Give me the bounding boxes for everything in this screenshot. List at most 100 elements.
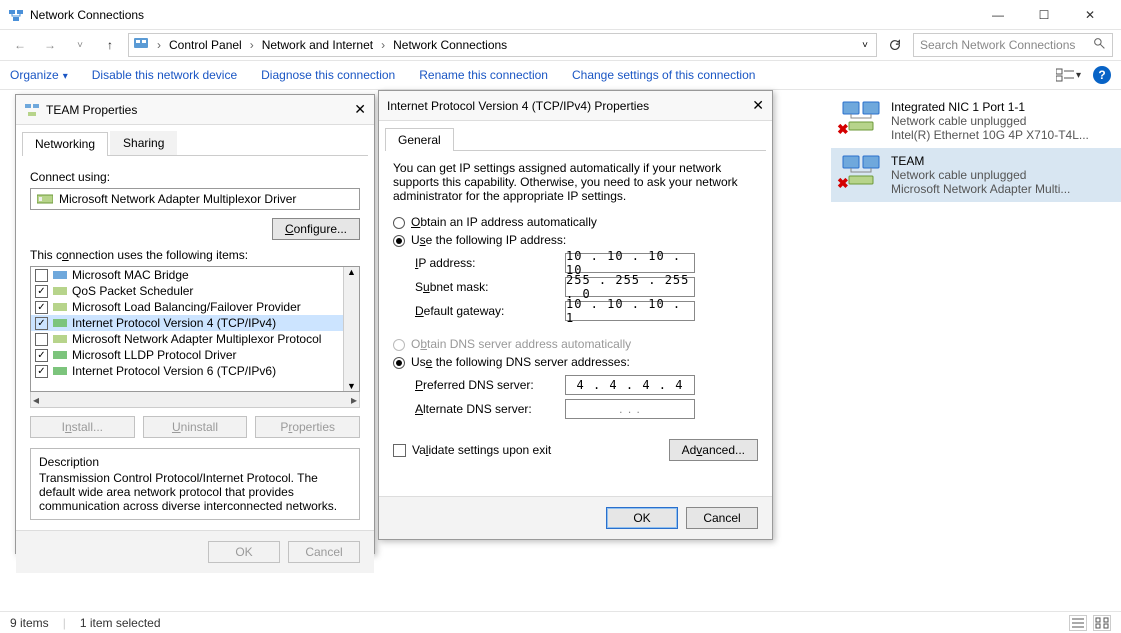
checkbox[interactable] xyxy=(35,269,48,282)
address-dropdown-icon[interactable]: ˅ xyxy=(862,40,868,51)
search-icon[interactable] xyxy=(1093,37,1106,53)
rename-button[interactable]: Rename this connection xyxy=(419,68,548,82)
radio-dns-manual[interactable]: Use the following DNS server addresses: xyxy=(393,355,758,369)
preferred-dns-field[interactable]: 4 . 4 . 4 . 4 xyxy=(565,375,695,395)
subnet-mask-field[interactable]: 255 . 255 . 255 . 0 xyxy=(565,277,695,297)
component-icon xyxy=(52,285,68,297)
list-item[interactable]: Microsoft MAC Bridge xyxy=(31,267,343,283)
ip-address-label: IP address: xyxy=(415,256,565,270)
organize-menu[interactable]: Organize▾ xyxy=(10,68,68,82)
components-list[interactable]: Microsoft MAC Bridge ✓ QoS Packet Schedu… xyxy=(30,266,360,392)
breadcrumb[interactable]: › Control Panel › Network and Internet ›… xyxy=(128,33,877,57)
up-button[interactable]: ↑ xyxy=(98,33,122,57)
checkbox[interactable] xyxy=(35,333,48,346)
network-adapter-icon: ✖ xyxy=(839,100,883,136)
disable-device-button[interactable]: Disable this network device xyxy=(92,68,237,82)
checkbox[interactable]: ✓ xyxy=(35,301,48,314)
properties-button[interactable]: Properties xyxy=(255,416,360,438)
uninstall-button[interactable]: Uninstall xyxy=(143,416,248,438)
component-icon xyxy=(52,333,68,345)
component-icon xyxy=(52,301,68,313)
change-settings-button[interactable]: Change settings of this connection xyxy=(572,68,755,82)
list-item[interactable]: ✓ Internet Protocol Version 6 (TCP/IPv6) xyxy=(31,363,343,379)
network-adapter-icon xyxy=(24,102,40,118)
close-icon[interactable]: ✕ xyxy=(354,101,366,118)
chevron-right-icon[interactable]: › xyxy=(155,38,163,52)
chevron-right-icon[interactable]: › xyxy=(379,38,387,52)
minimize-button[interactable]: — xyxy=(975,0,1021,30)
details-view-button[interactable] xyxy=(1069,615,1087,631)
back-button[interactable]: ← xyxy=(8,33,32,57)
view-options-button[interactable]: ▾ xyxy=(1056,68,1081,82)
connection-name: Integrated NIC 1 Port 1-1 xyxy=(891,100,1089,114)
list-item[interactable]: ✓ Internet Protocol Version 4 (TCP/IPv4) xyxy=(31,315,343,331)
radio-dns-auto: Obtain DNS server address automatically xyxy=(393,337,758,351)
preferred-dns-label: Preferred DNS server: xyxy=(415,378,565,392)
list-item[interactable]: ✓ Microsoft LLDP Protocol Driver xyxy=(31,347,343,363)
dialog-titlebar[interactable]: Internet Protocol Version 4 (TCP/IPv4) P… xyxy=(379,91,772,121)
component-icon xyxy=(52,317,68,329)
adapter-field[interactable]: Microsoft Network Adapter Multiplexor Dr… xyxy=(30,188,360,210)
cancel-button[interactable]: Cancel xyxy=(686,507,758,529)
ok-button[interactable]: OK xyxy=(606,507,678,529)
scrollbar-horizontal[interactable]: ◂ ▸ xyxy=(30,392,360,408)
maximize-button[interactable]: ☐ xyxy=(1021,0,1067,30)
search-input[interactable]: Search Network Connections xyxy=(913,33,1113,57)
tab-sharing[interactable]: Sharing xyxy=(110,131,177,155)
items-label: This connection uses the following items… xyxy=(30,248,360,262)
refresh-button[interactable] xyxy=(883,33,907,57)
icons-view-button[interactable] xyxy=(1093,615,1111,631)
alternate-dns-label: Alternate DNS server: xyxy=(415,402,565,416)
cancel-button[interactable]: Cancel xyxy=(288,541,360,563)
scroll-right-icon[interactable]: ▸ xyxy=(351,393,357,407)
recent-locations-dropdown[interactable]: ˅ xyxy=(68,33,92,57)
ipv4-properties-dialog: Internet Protocol Version 4 (TCP/IPv4) P… xyxy=(378,90,773,540)
radio-ip-auto[interactable]: Obtain an IP address automatically xyxy=(393,215,758,229)
subnet-mask-label: Subnet mask: xyxy=(415,280,565,294)
forward-button[interactable]: → xyxy=(38,33,62,57)
dialog-titlebar[interactable]: TEAM Properties ✕ xyxy=(16,95,374,125)
configure-button[interactable]: Configure... xyxy=(272,218,360,240)
default-gateway-field[interactable]: 10 . 10 . 10 . 1 xyxy=(565,301,695,321)
close-icon[interactable]: ✕ xyxy=(752,97,764,114)
team-properties-dialog: TEAM Properties ✕ Networking Sharing Con… xyxy=(15,94,375,554)
checkbox[interactable]: ✓ xyxy=(35,365,48,378)
connection-item[interactable]: ✖ Integrated NIC 1 Port 1-1 Network cabl… xyxy=(831,94,1121,148)
scroll-left-icon[interactable]: ◂ xyxy=(33,393,39,407)
connection-item[interactable]: ✖ TEAM Network cable unplugged Microsoft… xyxy=(831,148,1121,202)
radio-ip-manual[interactable]: Use the following IP address: xyxy=(393,233,758,247)
unplugged-icon: ✖ xyxy=(837,121,849,138)
ip-address-field[interactable]: 10 . 10 . 10 . 10 xyxy=(565,253,695,273)
list-item[interactable]: ✓ Microsoft Load Balancing/Failover Prov… xyxy=(31,299,343,315)
connection-name: TEAM xyxy=(891,154,1070,168)
checkbox[interactable]: ✓ xyxy=(35,285,48,298)
ok-button[interactable]: OK xyxy=(208,541,280,563)
nic-icon xyxy=(37,193,53,205)
network-adapter-icon: ✖ xyxy=(839,154,883,190)
list-item[interactable]: Microsoft Network Adapter Multiplexor Pr… xyxy=(31,331,343,347)
close-button[interactable]: ✕ xyxy=(1067,0,1113,30)
list-item[interactable]: ✓ QoS Packet Scheduler xyxy=(31,283,343,299)
alternate-dns-field[interactable]: . . . xyxy=(565,399,695,419)
description-text: Transmission Control Protocol/Internet P… xyxy=(39,471,351,513)
crumb-network-connections[interactable]: Network Connections xyxy=(393,38,507,52)
install-button[interactable]: Install... xyxy=(30,416,135,438)
help-icon[interactable]: ? xyxy=(1093,66,1111,84)
checkbox[interactable]: ✓ xyxy=(35,317,48,330)
scroll-down-icon[interactable]: ▼ xyxy=(347,381,356,391)
tab-strip: General xyxy=(385,127,766,151)
chevron-right-icon[interactable]: › xyxy=(248,38,256,52)
checkbox[interactable]: ✓ xyxy=(35,349,48,362)
tab-general[interactable]: General xyxy=(385,128,454,151)
crumb-control-panel[interactable]: Control Panel xyxy=(169,38,242,52)
validate-checkbox[interactable] xyxy=(393,444,406,457)
tab-networking[interactable]: Networking xyxy=(22,132,108,156)
crumb-network-internet[interactable]: Network and Internet xyxy=(262,38,373,52)
dialog-title: Internet Protocol Version 4 (TCP/IPv4) P… xyxy=(387,99,752,113)
connection-status: Network cable unplugged xyxy=(891,114,1089,128)
diagnose-button[interactable]: Diagnose this connection xyxy=(261,68,395,82)
scroll-up-icon[interactable]: ▲ xyxy=(347,267,356,277)
advanced-button[interactable]: Advanced... xyxy=(669,439,758,461)
scrollbar-vertical[interactable]: ▲ ▼ xyxy=(343,267,359,391)
description-heading: Description xyxy=(39,455,351,469)
